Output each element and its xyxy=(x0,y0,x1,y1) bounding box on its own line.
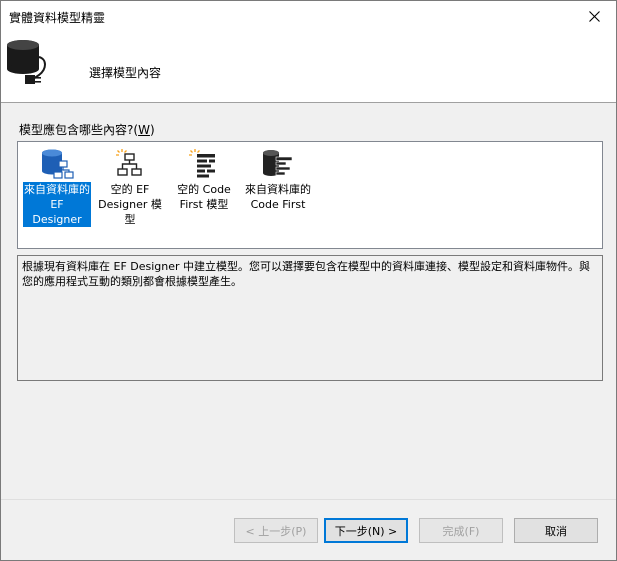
option-label: 空的 EF Designer 模型 xyxy=(98,183,162,226)
close-icon xyxy=(588,10,600,22)
option-code-first-from-database[interactable]: 來自資料庫的 Code First xyxy=(244,145,312,229)
database-plug-icon xyxy=(7,40,46,84)
next-button[interactable]: 下一步(N) > xyxy=(324,518,408,543)
database-designer-icon xyxy=(42,149,74,179)
option-description: 根據現有資料庫在 EF Designer 中建立模型。您可以選擇要包含在模型中的… xyxy=(17,255,603,381)
wizard-window: 實體資料模型精靈 選擇模型內容 模型應包含哪些內容?(W) 來自資料庫的 EF … xyxy=(0,0,617,561)
model-contents-label: 模型應包含哪些內容?(W) xyxy=(19,123,155,137)
option-empty-code-first[interactable]: 空的 Code First 模型 xyxy=(170,145,238,229)
title-bar: 實體資料模型精靈 xyxy=(1,1,616,31)
option-label: 來自資料庫的 Code First xyxy=(245,183,311,211)
option-ef-designer-from-database[interactable]: 來自資料庫的 EF Designer xyxy=(23,145,91,229)
empty-code-first-icon xyxy=(189,149,215,178)
model-contents-list[interactable]: 來自資料庫的 EF Designer 空的 EF Designer 模型 空的 … xyxy=(17,141,603,249)
cancel-button[interactable]: 取消 xyxy=(514,518,598,543)
page-title: 選擇模型內容 xyxy=(89,66,162,80)
option-empty-ef-designer[interactable]: 空的 EF Designer 模型 xyxy=(96,145,164,229)
back-button[interactable]: < 上一步(P) xyxy=(234,518,318,543)
footer-divider xyxy=(1,499,616,500)
finish-button[interactable]: 完成(F) xyxy=(419,518,503,543)
window-title: 實體資料模型精靈 xyxy=(9,11,106,25)
empty-designer-icon xyxy=(116,149,142,176)
close-button[interactable] xyxy=(572,1,616,31)
option-label: 空的 Code First 模型 xyxy=(177,183,231,211)
database-code-first-icon xyxy=(263,150,293,176)
option-label: 來自資料庫的 EF Designer xyxy=(23,182,91,227)
wizard-header: 選擇模型內容 xyxy=(1,31,616,103)
